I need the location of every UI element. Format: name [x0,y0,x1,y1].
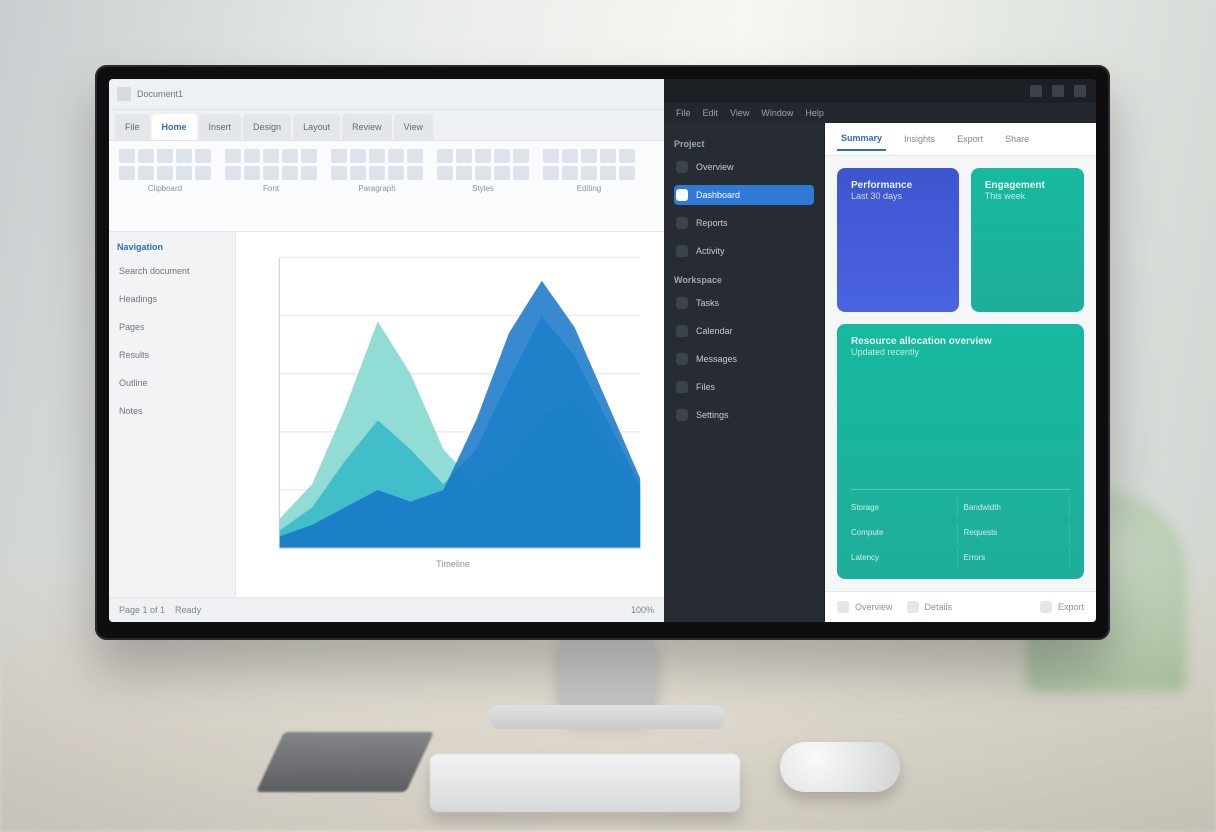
footer-overview[interactable]: Overview [837,601,893,613]
tab-design[interactable]: Design [243,114,291,140]
panel-tab-summary[interactable]: Summary [837,127,886,151]
ribbon-group-font[interactable]: Font [225,149,317,223]
square-icon [676,189,688,201]
ribbon-group-clipboard[interactable]: Clipboard [119,149,211,223]
card-title: Engagement [985,180,1070,191]
status-bar: Page 1 of 1 Ready 100% [109,597,664,622]
sidebar-item[interactable]: Results [117,346,227,364]
sidebar-item-reports[interactable]: Reports [674,213,814,233]
square-icon [676,409,688,421]
tab-home[interactable]: Home [152,114,197,140]
card-grid: Storage Bandwidth Compute Requests Laten… [851,489,1070,567]
sidebar-item-activity[interactable]: Activity [674,241,814,261]
square-icon [676,161,688,173]
card-subtitle: Updated recently [851,347,1070,357]
ribbon-group-editing[interactable]: Editing [543,149,635,223]
square-icon [676,217,688,229]
square-icon [676,353,688,365]
tab-layout[interactable]: Layout [293,114,340,140]
maximize-icon[interactable] [1052,85,1064,97]
chart-canvas: Timeline [236,232,664,597]
left-titlebar: Document1 [109,79,664,110]
status-page: Page 1 of 1 [119,605,165,615]
area-chart [260,250,646,573]
close-icon[interactable] [1074,85,1086,97]
card-title: Resource allocation overview [851,336,1070,347]
panel-tab-share[interactable]: Share [1001,128,1033,150]
sidebar-item-dashboard[interactable]: Dashboard [674,185,814,205]
right-panel: Summary Insights Export Share Performanc… [825,123,1096,622]
sidebar-item-files[interactable]: Files [674,377,814,397]
left-ribbon-tabs: File Home Insert Design Layout Review Vi… [109,110,664,141]
app-icon [117,87,131,101]
square-icon [907,601,919,613]
chart-xlabel: Timeline [436,559,470,569]
sidebar-item-messages[interactable]: Messages [674,349,814,369]
right-titlebar [664,79,1096,103]
footer-details[interactable]: Details [907,601,953,613]
status-zoom[interactable]: 100% [631,605,654,615]
left-sidebar-sub: Search document [117,262,227,280]
square-icon [676,297,688,309]
tab-review[interactable]: Review [342,114,392,140]
ribbon-group-styles[interactable]: Styles [437,149,529,223]
menu-file[interactable]: File [676,108,691,118]
menu-edit[interactable]: Edit [703,108,719,118]
menu-window[interactable]: Window [761,108,793,118]
left-title: Document1 [137,89,183,99]
left-sidebar-heading: Navigation [117,242,227,252]
tab-file[interactable]: File [115,114,150,140]
menu-help[interactable]: Help [805,108,824,118]
right-app-window: File Edit View Window Help Project Overv… [664,79,1096,622]
left-sidebar: Navigation Search document Headings Page… [109,232,236,597]
menu-view[interactable]: View [730,108,749,118]
sidebar-item[interactable]: Headings [117,290,227,308]
status-ready: Ready [175,605,201,615]
square-icon [837,601,849,613]
card-subtitle: Last 30 days [851,191,945,201]
minimize-icon[interactable] [1030,85,1042,97]
sidebar-item[interactable]: Outline [117,374,227,392]
right-sidebar: Project Overview Dashboard Reports Activ… [664,123,825,622]
right-menu-bar: File Edit View Window Help [664,103,1096,123]
tab-view[interactable]: View [394,114,433,140]
panel-footer: Overview Details Export [825,591,1096,622]
panel-tab-export[interactable]: Export [953,128,987,150]
card-engagement[interactable]: Engagement This week [971,168,1084,312]
ribbon: Clipboard Font Paragraph Styles [109,141,664,232]
card-resources[interactable]: Resource allocation overview Updated rec… [837,324,1084,579]
sidebar-section: Project [674,139,814,149]
square-icon [676,245,688,257]
sidebar-item-tasks[interactable]: Tasks [674,293,814,313]
square-icon [1040,601,1052,613]
square-icon [676,325,688,337]
ribbon-group-paragraph[interactable]: Paragraph [331,149,423,223]
panel-tab-insights[interactable]: Insights [900,128,939,150]
card-subtitle: This week [985,191,1070,201]
left-app-window: Document1 File Home Insert Design Layout… [109,79,664,622]
panel-tabs: Summary Insights Export Share [825,123,1096,156]
sidebar-section: Workspace [674,275,814,285]
tab-insert[interactable]: Insert [199,114,242,140]
sidebar-item[interactable]: Pages [117,318,227,336]
card-performance[interactable]: Performance Last 30 days [837,168,959,312]
square-icon [676,381,688,393]
sidebar-item[interactable]: Notes [117,402,227,420]
footer-export[interactable]: Export [1040,601,1084,613]
card-title: Performance [851,180,945,191]
sidebar-item-calendar[interactable]: Calendar [674,321,814,341]
sidebar-item-settings[interactable]: Settings [674,405,814,425]
sidebar-item-overview[interactable]: Overview [674,157,814,177]
